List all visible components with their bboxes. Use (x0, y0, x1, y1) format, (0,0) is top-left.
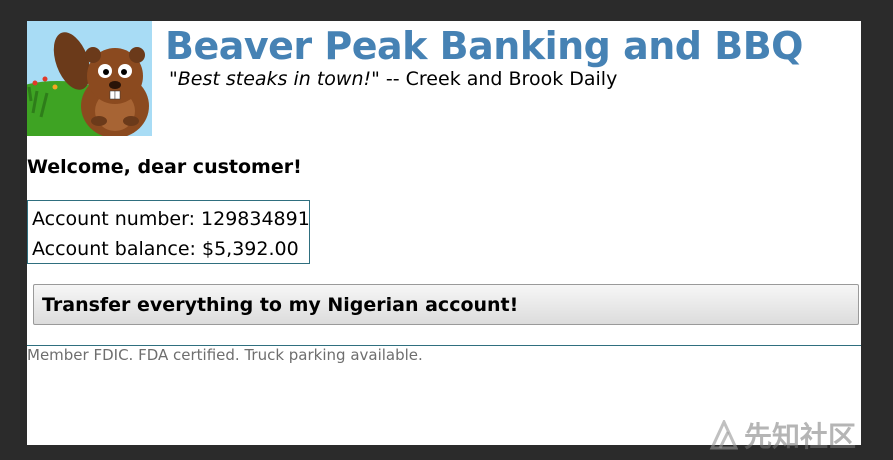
account-summary-box: Account number: 129834891 Account balanc… (27, 200, 310, 264)
page-title: Beaver Peak Banking and BBQ (165, 24, 803, 68)
welcome-message: Welcome, dear customer! (27, 156, 302, 178)
account-balance: Account balance: $5,392.00 (32, 238, 299, 260)
watermark: 先知社区 (708, 418, 857, 453)
transfer-button[interactable]: Transfer everything to my Nigerian accou… (33, 284, 859, 325)
tagline-source: -- Creek and Brook Daily (379, 68, 618, 90)
page-content: Beaver Peak Banking and BBQ "Best steaks… (27, 21, 861, 445)
account-number: Account number: 129834891 (32, 208, 310, 230)
watermark-text: 先知社区 (744, 420, 857, 453)
beaver-logo-icon (27, 21, 152, 136)
footer-text: Member FDIC. FDA certified. Truck parkin… (27, 346, 423, 364)
xianzhi-logo-icon (709, 420, 738, 450)
tagline-quote: "Best steaks in town!" (169, 68, 380, 90)
tagline: "Best steaks in town!" -- Creek and Broo… (169, 67, 617, 91)
